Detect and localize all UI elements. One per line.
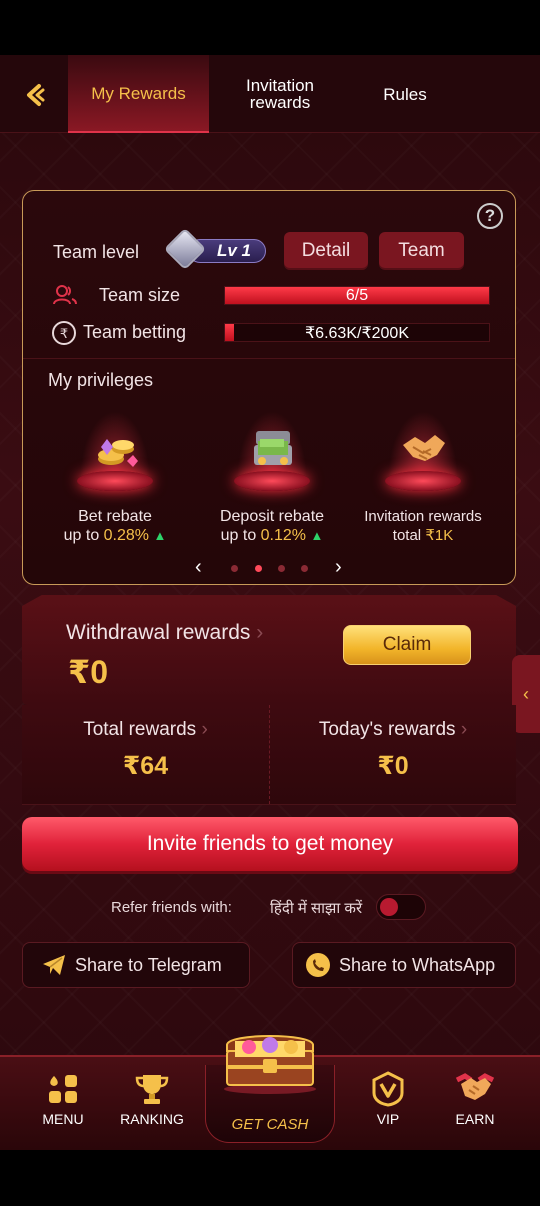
privileges-title: My privileges: [48, 370, 154, 390]
carousel-dot[interactable]: [301, 565, 308, 572]
carousel-dot[interactable]: [278, 565, 285, 572]
nav-menu[interactable]: MENU: [23, 1071, 103, 1127]
chevron-right-icon: ›: [460, 719, 468, 740]
total-rewards-value: ₹64: [122, 752, 169, 780]
back-arrow-icon: [27, 84, 45, 106]
privilege-title: Invitation rewards: [364, 508, 482, 525]
team-betting-value: ₹6.63K/₹200K: [305, 324, 409, 342]
share-telegram-label: Share to Telegram: [75, 954, 222, 975]
treasure-chest-icon: [224, 1035, 316, 1094]
level-diamond-icon: [163, 227, 207, 271]
privilege-value: 0.28%: [103, 527, 150, 544]
withdrawal-rewards-card: Withdrawal rewards › ₹0 Claim: [22, 595, 516, 705]
handshake-icon: [455, 1071, 495, 1107]
top-header: My Rewards Invitation rewards Rules: [0, 55, 540, 133]
handshake-icon: [403, 435, 445, 461]
telegram-icon: [41, 952, 67, 978]
todays-rewards-label: Today's rewards: [318, 719, 456, 740]
privilege-value: 0.12%: [260, 527, 307, 544]
users-icon: [53, 284, 77, 311]
claim-button[interactable]: Claim: [343, 625, 471, 665]
share-telegram-button[interactable]: Share to Telegram: [22, 942, 250, 988]
privilege-invitation-rewards[interactable]: Invitation rewards total ₹1K: [353, 411, 493, 545]
privilege-value: ₹1K: [425, 527, 454, 544]
team-level-label: Team level: [53, 242, 140, 262]
nav-ranking[interactable]: RANKING: [112, 1071, 192, 1127]
carousel-next-icon[interactable]: ›: [335, 556, 342, 579]
detail-button[interactable]: Detail: [284, 232, 368, 270]
nav-vip-label: VIP: [376, 1111, 400, 1127]
back-button[interactable]: [18, 79, 54, 111]
team-betting-bar: ₹6.63K/₹200K: [224, 323, 490, 342]
hindi-share-toggle[interactable]: [376, 894, 426, 920]
privilege-title: Bet rebate: [78, 508, 152, 525]
carousel-dot[interactable]: [255, 565, 262, 572]
privilege-bet-rebate[interactable]: Bet rebate up to 0.28% ▲: [45, 411, 185, 545]
tab-rules[interactable]: Rules: [350, 55, 460, 133]
withdrawal-label[interactable]: Withdrawal rewards ›: [66, 621, 263, 645]
carousel-dot[interactable]: [231, 565, 238, 572]
up-arrow-icon: ▲: [310, 528, 324, 543]
chevron-right-icon: ›: [256, 621, 264, 644]
privileges-carousel-nav: ‹ ›: [23, 556, 515, 580]
up-arrow-icon: ▲: [153, 528, 167, 543]
vip-shield-icon: [368, 1071, 408, 1107]
todays-rewards-value: ₹0: [377, 752, 409, 780]
rupee-coin-icon: ₹: [51, 320, 77, 351]
nav-menu-label: MENU: [42, 1111, 84, 1127]
level-badge: Lv 1: [163, 227, 268, 271]
menu-grid-icon: [43, 1071, 83, 1107]
svg-text:₹: ₹: [60, 327, 68, 342]
withdrawal-amount: ₹0: [68, 654, 109, 690]
team-size-value: 6/5: [345, 286, 369, 304]
share-whatsapp-button[interactable]: Share to WhatsApp: [292, 942, 516, 988]
nav-get-cash-label: GET CASH: [231, 1116, 309, 1133]
rewards-totals: Total rewards › ₹64 Today's rewards › ₹0: [22, 705, 516, 805]
share-whatsapp-label: Share to WhatsApp: [339, 954, 496, 975]
refer-label: Refer friends with:: [111, 899, 232, 916]
total-rewards-label: Total rewards: [83, 719, 197, 740]
privilege-deposit-rebate[interactable]: Deposit rebate up to 0.12% ▲: [202, 411, 342, 545]
trophy-icon: [132, 1071, 172, 1107]
nav-ranking-label: RANKING: [120, 1111, 184, 1127]
team-size-label: Team size: [99, 285, 181, 305]
help-icon[interactable]: ?: [477, 203, 503, 229]
team-size-bar: 6/5: [224, 286, 490, 305]
whatsapp-icon: [305, 952, 331, 978]
carousel-prev-icon[interactable]: ‹: [195, 556, 202, 579]
todays-rewards[interactable]: Today's rewards › ₹0: [269, 705, 516, 804]
tab-my-rewards[interactable]: My Rewards: [68, 55, 209, 133]
invite-friends-button[interactable]: Invite friends to get money: [22, 817, 518, 871]
nav-earn-label: EARN: [455, 1111, 495, 1127]
tab-invitation-rewards[interactable]: Invitation rewards: [215, 55, 345, 133]
rewards-screen: My Rewards Invitation rewards Rules ? Te…: [0, 55, 540, 1150]
privilege-title: Deposit rebate: [219, 508, 325, 525]
chevron-right-icon: ›: [201, 719, 208, 740]
nav-vip[interactable]: VIP: [348, 1071, 428, 1127]
hindi-share-label: हिंदी में साझा करें: [270, 900, 363, 917]
chevron-left-icon: ‹: [523, 683, 529, 704]
side-drawer-tab[interactable]: ‹: [512, 655, 540, 733]
toggle-knob: [380, 898, 398, 916]
team-button[interactable]: Team: [379, 232, 464, 270]
team-betting-label: Team betting: [83, 322, 187, 342]
nav-earn[interactable]: EARN: [435, 1071, 515, 1127]
treasure-chest-cash-icon: [254, 431, 292, 465]
team-card: ? Team level Lv 1 Detail Team Team size …: [22, 190, 516, 585]
coins-gems-icon: [98, 439, 138, 467]
card-divider: [23, 358, 515, 359]
total-rewards[interactable]: Total rewards › ₹64: [22, 705, 269, 804]
refer-language-row: Refer friends with: हिंदी में साझा करें: [0, 893, 540, 923]
